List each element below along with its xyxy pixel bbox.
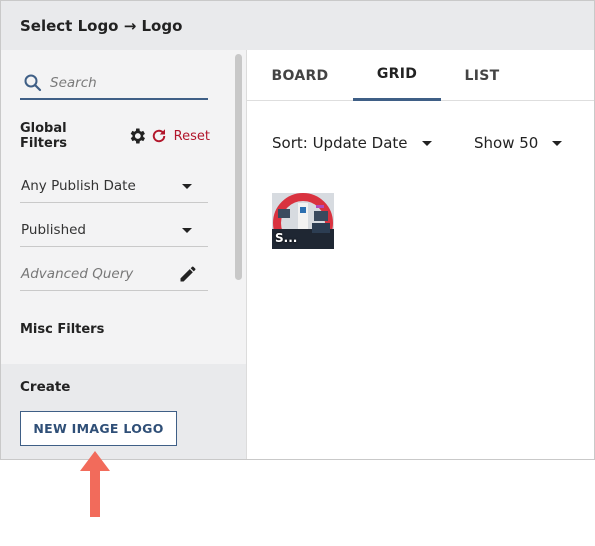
search-box[interactable] [20, 68, 208, 100]
publish-date-label: Any Publish Date [21, 178, 136, 194]
pencil-icon[interactable] [178, 264, 198, 284]
chevron-down-icon [182, 183, 192, 189]
chevron-down-icon [182, 227, 192, 233]
global-filters-header: Global Filters Reset [20, 121, 210, 151]
gear-icon[interactable] [127, 126, 147, 146]
create-section: Create NEW IMAGE LOGO [1, 364, 246, 459]
dialog-title: Select Logo → Logo [20, 16, 183, 35]
tab-grid[interactable]: GRID [353, 50, 441, 101]
sort-label: Sort: Update Date [272, 134, 408, 152]
advanced-query-label: Advanced Query [21, 266, 134, 282]
global-filters-title: Global Filters [20, 121, 67, 151]
publish-date-filter[interactable]: Any Publish Date [20, 170, 208, 203]
tab-board[interactable]: BOARD [259, 50, 341, 101]
status-label: Published [21, 222, 86, 238]
page-size-dropdown[interactable]: Show 50 [474, 134, 563, 152]
chevron-down-icon [421, 140, 432, 146]
search-input[interactable] [50, 75, 200, 91]
new-image-logo-button[interactable]: NEW IMAGE LOGO [20, 411, 177, 446]
create-title: Create [20, 379, 71, 395]
reset-link[interactable]: Reset [174, 129, 210, 144]
sort-dropdown[interactable]: Sort: Update Date [272, 134, 432, 152]
dialog-titlebar: Select Logo → Logo [1, 1, 594, 50]
page-size-label: Show 50 [474, 134, 539, 152]
view-tabs: BOARD GRID LIST [247, 50, 594, 101]
logo-thumbnail[interactable]: S... [272, 193, 334, 249]
select-logo-dialog: Select Logo → Logo Global Filters [0, 0, 595, 460]
sidebar: Global Filters Reset Any Publish Date Pu… [1, 50, 247, 459]
arrow-up-annotation [80, 451, 110, 517]
sidebar-scrollbar[interactable] [235, 54, 242, 280]
main-panel: BOARD GRID LIST Sort: Update Date Show 5… [247, 50, 594, 459]
chevron-down-icon [552, 140, 563, 146]
misc-filters-title: Misc Filters [20, 322, 105, 337]
advanced-query-field[interactable]: Advanced Query [20, 258, 208, 291]
search-icon [24, 74, 42, 92]
thumbnail-label: S... [275, 231, 298, 245]
tab-list[interactable]: LIST [451, 50, 513, 101]
refresh-icon[interactable] [150, 127, 168, 145]
status-filter[interactable]: Published [20, 214, 208, 247]
